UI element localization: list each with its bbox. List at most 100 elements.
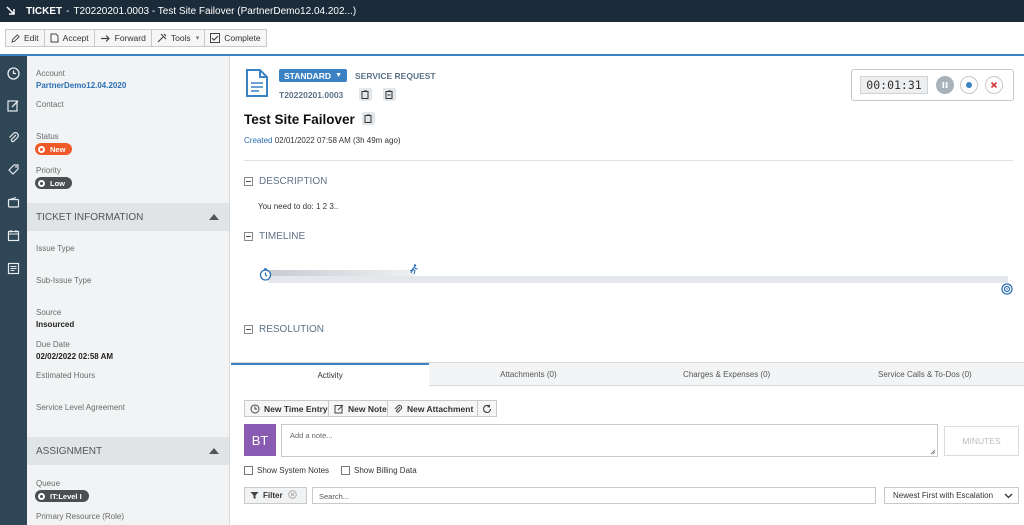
resolution-section-header[interactable]: RESOLUTION [244, 324, 324, 335]
caret-down-icon: ▼ [335, 72, 342, 79]
status-dot-icon [38, 145, 45, 153]
edit-note-icon [334, 404, 344, 413]
cancel-timer-icon[interactable] [985, 76, 1003, 94]
timeline-section-header[interactable]: TIMELINE [244, 231, 305, 242]
title-separator: - [66, 5, 70, 17]
complete-label: Complete [224, 33, 261, 43]
show-system-notes-label: Show System Notes [257, 466, 330, 475]
edit-label: Edit [24, 33, 39, 43]
status-label: Status [36, 132, 59, 141]
calendar-icon[interactable] [6, 228, 21, 243]
filter-label: Filter [263, 491, 283, 500]
forward-label: Forward [114, 33, 146, 43]
queue-value: IT:Level I [50, 491, 82, 501]
filter-button[interactable]: Filter [244, 487, 307, 504]
edit-note-icon[interactable] [6, 98, 21, 113]
timer-display: 00:01:31 [860, 76, 928, 94]
collapse-icon [244, 232, 253, 241]
record-icon[interactable] [960, 76, 978, 94]
activity-tabs: Activity Attachments (0) Charges & Expen… [231, 362, 1024, 386]
accept-button[interactable]: Accept [43, 29, 95, 47]
ticket-category: SERVICE REQUEST [355, 71, 436, 81]
account-link[interactable]: PartnerDemo12.04.2020 [36, 81, 126, 90]
stopwatch-widget: 00:01:31 [851, 69, 1014, 101]
new-note-button[interactable]: New Note [328, 400, 393, 417]
status-value: New [50, 144, 66, 154]
avatar: BT [244, 424, 276, 456]
checkbox-box [341, 466, 350, 475]
paperclip-icon [394, 404, 403, 413]
note-input[interactable]: Add a note... [281, 424, 938, 457]
sort-dropdown[interactable]: Newest First with Escalation [884, 487, 1019, 504]
ticket-information-title: TICKET INFORMATION [36, 211, 144, 223]
edit-button[interactable]: Edit [5, 29, 45, 47]
show-billing-data-checkbox[interactable]: Show Billing Data [341, 466, 417, 475]
tab-attachments[interactable]: Attachments (0) [429, 363, 628, 386]
priority-badge[interactable]: Low [35, 177, 72, 189]
clock-icon [250, 404, 260, 413]
collapse-icon [244, 177, 253, 186]
ticket-details-panel: Account PartnerDemo12.04.2020 Contact St… [27, 56, 230, 525]
ticket-type-dropdown[interactable]: STANDARD ▼ [279, 69, 347, 82]
target-icon [1001, 283, 1013, 297]
wallet-icon[interactable] [6, 195, 21, 210]
tab-charges-expenses[interactable]: Charges & Expenses (0) [627, 363, 826, 386]
pause-icon[interactable] [936, 76, 954, 94]
sort-value: Newest First with Escalation [893, 491, 994, 500]
contact-label: Contact [36, 100, 64, 109]
clear-filter-icon[interactable] [287, 490, 297, 501]
clipboard-icon[interactable] [383, 88, 396, 101]
created-label: Created [244, 136, 273, 145]
forward-icon [100, 34, 110, 42]
sla-label: Service Level Agreement [36, 403, 125, 412]
timeline-title: TIMELINE [259, 231, 306, 242]
checklist-icon[interactable] [6, 261, 21, 276]
tools-button[interactable]: Tools ▾ [150, 29, 206, 47]
priority-dot-icon [38, 179, 45, 187]
search-input[interactable]: Search... [312, 487, 876, 504]
copy-icon[interactable] [359, 88, 372, 101]
checkbox-box [244, 466, 253, 475]
minutes-input[interactable]: MINUTES [944, 426, 1019, 456]
checkbox-icon [210, 33, 221, 43]
due-date-value: 02/02/2022 02:58 AM [36, 352, 114, 361]
new-time-entry-button[interactable]: New Time Entry [244, 400, 334, 417]
tag-icon[interactable] [6, 162, 21, 177]
created-value: 02/01/2022 07:58 AM (3h 49m ago) [274, 136, 401, 145]
new-attachment-button[interactable]: New Attachment [387, 400, 480, 417]
assignment-header[interactable]: ASSIGNMENT [27, 437, 229, 465]
tools-label: Tools [170, 33, 191, 43]
collapse-up-icon [209, 214, 219, 220]
refresh-icon [483, 404, 492, 413]
tab-activity[interactable]: Activity [231, 363, 430, 386]
accept-label: Accept [62, 33, 89, 43]
ticket-main: STANDARD ▼ SERVICE REQUEST T20220201.000… [231, 56, 1024, 525]
paperclip-icon[interactable] [6, 130, 21, 145]
new-note-label: New Note [348, 403, 387, 414]
window-title: T20220201.0003 - Test Site Failover (Par… [73, 5, 357, 17]
resize-handle-icon[interactable] [930, 448, 936, 457]
ticket-information-header[interactable]: TICKET INFORMATION [27, 203, 229, 231]
copy-title-icon[interactable] [362, 112, 375, 125]
ticket-document-icon [245, 68, 269, 100]
priority-value: Low [50, 178, 65, 188]
account-label: Account [36, 69, 65, 78]
divider [244, 160, 1013, 161]
due-date-label: Due Date [36, 340, 70, 349]
collapse-icon [244, 325, 253, 334]
left-rail [0, 56, 27, 525]
queue-badge[interactable]: IT:Level I [35, 490, 89, 502]
tab-service-calls-todos[interactable]: Service Calls & To-Dos (0) [825, 363, 1024, 386]
new-attachment-label: New Attachment [407, 403, 474, 414]
description-text: You need to do: 1 2 3.. [258, 202, 339, 211]
status-badge[interactable]: New [35, 143, 73, 155]
show-system-notes-checkbox[interactable]: Show System Notes [244, 466, 329, 475]
resolution-title: RESOLUTION [259, 324, 325, 335]
timeline-track [268, 276, 1008, 283]
arrow-down-right-icon [6, 5, 18, 17]
description-section-header[interactable]: DESCRIPTION [244, 176, 327, 187]
refresh-button[interactable] [477, 400, 497, 417]
clock-icon[interactable] [6, 66, 21, 81]
forward-button[interactable]: Forward [93, 29, 152, 47]
complete-button[interactable]: Complete [204, 29, 267, 47]
